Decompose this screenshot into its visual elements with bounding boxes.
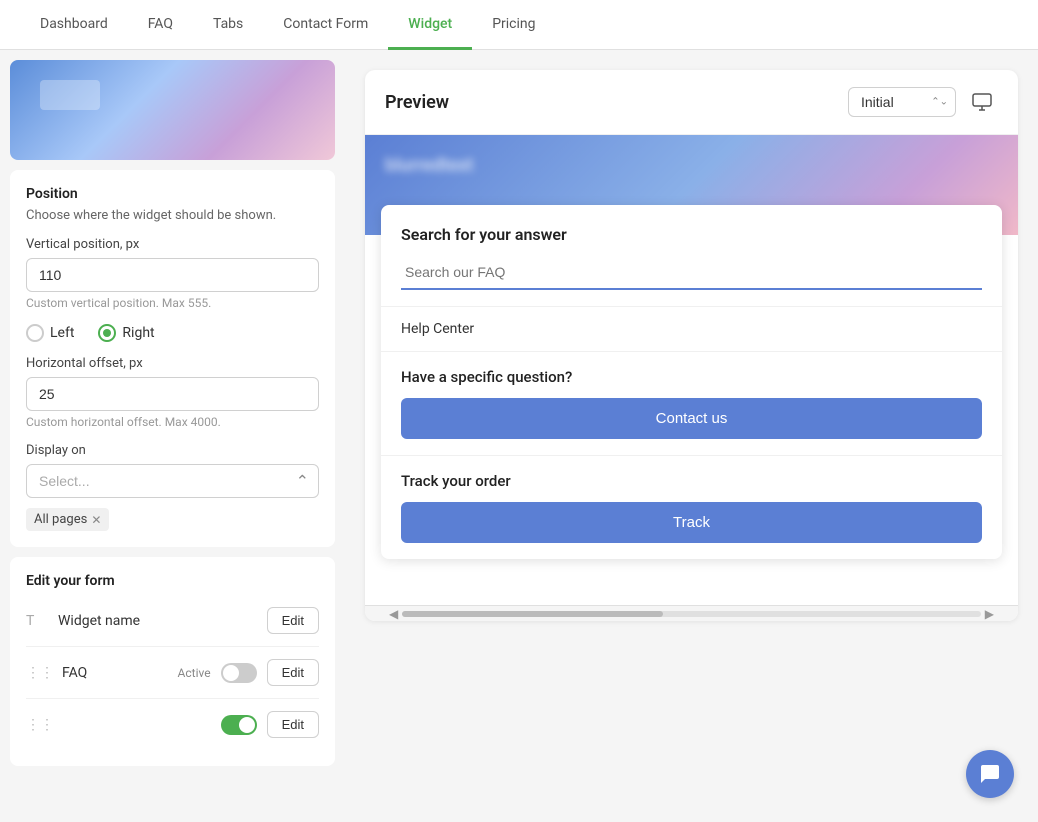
display-on-select-wrapper: Select... ⌃ — [26, 464, 319, 498]
widget-popup: Search for your answer Help Center Have … — [381, 205, 1002, 559]
faq-search-input[interactable] — [401, 256, 982, 290]
widget-name-icon: T — [26, 613, 58, 629]
position-radio-group: Left Right — [26, 324, 319, 342]
preview-scrollbar: ◀ ▶ — [365, 605, 1018, 621]
widget-name-row: T Widget name Edit — [26, 595, 319, 647]
nav-item-faq[interactable]: FAQ — [128, 0, 193, 50]
preview-card: Preview Initial Open Minimized — [365, 70, 1018, 621]
position-title: Position — [26, 186, 319, 202]
chat-bubble-button[interactable] — [966, 750, 1014, 798]
display-tag-container: All pages ✕ — [26, 508, 319, 531]
edit-form-title: Edit your form — [26, 573, 319, 589]
radio-left-circle — [26, 324, 44, 342]
contact-us-button[interactable]: Contact us — [401, 398, 982, 439]
display-on-select[interactable]: Select... — [26, 464, 319, 498]
monitor-icon — [966, 86, 998, 118]
faq-row-label: FAQ — [62, 665, 178, 681]
track-order-section: Track your order Track — [381, 456, 1002, 559]
image-preview-card — [10, 60, 335, 160]
position-description: Choose where the widget should be shown. — [26, 208, 319, 223]
nav-item-contact-form[interactable]: Contact Form — [263, 0, 388, 50]
widget-preview-area: blurredtext Search for your answer Help … — [365, 135, 1018, 621]
blurred-banner-text: blurredtext — [385, 155, 473, 176]
state-select[interactable]: Initial Open Minimized — [848, 87, 956, 117]
top-navigation: Dashboard FAQ Tabs Contact Form Widget P… — [0, 0, 1038, 50]
faq-edit-button[interactable]: Edit — [267, 659, 319, 686]
extra-form-row: ⋮⋮ Edit — [26, 699, 319, 750]
preview-title: Preview — [385, 92, 449, 113]
horizontal-offset-input[interactable] — [26, 377, 319, 411]
scroll-right-arrow[interactable]: ▶ — [981, 607, 998, 621]
help-center-row[interactable]: Help Center — [381, 307, 1002, 352]
radio-left-label: Left — [50, 325, 74, 341]
track-button[interactable]: Track — [401, 502, 982, 543]
scroll-left-arrow[interactable]: ◀ — [385, 607, 402, 621]
state-select-wrapper: Initial Open Minimized — [848, 87, 956, 117]
extra-toggle[interactable] — [221, 715, 257, 735]
help-center-label: Help Center — [401, 321, 474, 337]
faq-toggle[interactable] — [221, 663, 257, 683]
radio-left[interactable]: Left — [26, 324, 74, 342]
extra-edit-button[interactable]: Edit — [267, 711, 319, 738]
nav-item-widget[interactable]: Widget — [388, 0, 472, 50]
edit-form-section: Edit your form T Widget name Edit ⋮⋮ FAQ… — [10, 557, 335, 766]
main-layout: Position Choose where the widget should … — [0, 50, 1038, 822]
nav-item-dashboard[interactable]: Dashboard — [20, 0, 128, 50]
scrollbar-track[interactable] — [402, 611, 981, 617]
widget-name-label: Widget name — [58, 613, 267, 629]
image-preview-decoration — [40, 80, 100, 110]
all-pages-tag-label: All pages — [34, 512, 87, 527]
preview-header: Preview Initial Open Minimized — [365, 70, 1018, 135]
image-preview-bg — [10, 60, 335, 160]
preview-controls: Initial Open Minimized — [848, 86, 998, 118]
vertical-position-input[interactable] — [26, 258, 319, 292]
radio-right[interactable]: Right — [98, 324, 154, 342]
track-order-title: Track your order — [401, 472, 982, 490]
left-panel: Position Choose where the widget should … — [0, 50, 345, 822]
radio-right-circle — [98, 324, 116, 342]
nav-item-pricing[interactable]: Pricing — [472, 0, 555, 50]
vertical-position-hint: Custom vertical position. Max 555. — [26, 296, 319, 310]
all-pages-tag: All pages ✕ — [26, 508, 109, 531]
right-panel: Preview Initial Open Minimized — [345, 50, 1038, 822]
specific-question-section: Have a specific question? Contact us — [381, 352, 1002, 456]
search-title: Search for your answer — [401, 225, 982, 244]
display-on-label: Display on — [26, 443, 319, 458]
horizontal-offset-hint: Custom horizontal offset. Max 4000. — [26, 415, 319, 429]
widget-name-edit-button[interactable]: Edit — [267, 607, 319, 634]
faq-drag-handle-icon: ⋮⋮ — [26, 665, 58, 681]
scrollbar-thumb — [402, 611, 662, 617]
vertical-position-label: Vertical position, px — [26, 237, 319, 252]
faq-row: ⋮⋮ FAQ Active Edit — [26, 647, 319, 699]
position-section: Position Choose where the widget should … — [10, 170, 335, 547]
extra-drag-handle-icon: ⋮⋮ — [26, 717, 58, 733]
specific-question-title: Have a specific question? — [401, 368, 982, 386]
horizontal-offset-label: Horizontal offset, px — [26, 356, 319, 371]
search-section: Search for your answer — [381, 205, 1002, 307]
faq-active-badge: Active — [178, 666, 211, 680]
nav-item-tabs[interactable]: Tabs — [193, 0, 263, 50]
radio-right-label: Right — [122, 325, 154, 341]
all-pages-tag-close[interactable]: ✕ — [91, 514, 101, 526]
